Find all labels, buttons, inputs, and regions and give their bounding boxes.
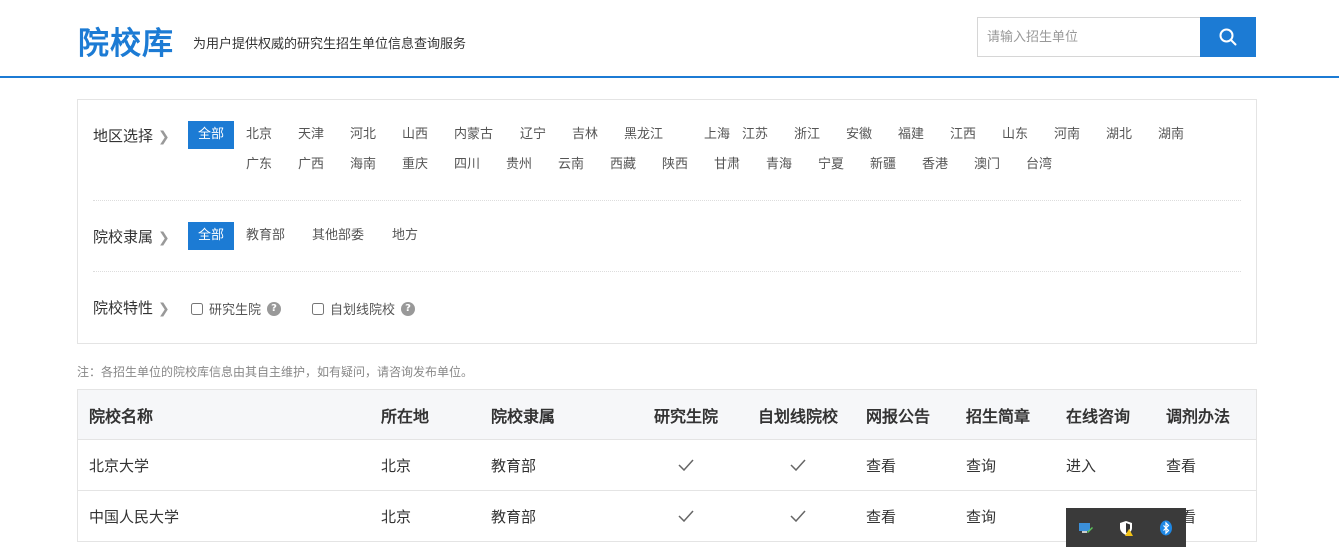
filter-option[interactable]: 广西: [298, 151, 324, 179]
filter-option[interactable]: 青海: [766, 151, 792, 179]
filter-option[interactable]: 广东: [246, 151, 272, 179]
bluetooth-icon[interactable]: [1158, 520, 1174, 536]
table-header: 院校名称 所在地 院校隶属 研究生院 自划线院校 网报公告 招生简章 在线咨询 …: [78, 390, 1256, 440]
filter-option[interactable]: 全部: [188, 121, 235, 149]
col-header-consult: 在线咨询: [1066, 406, 1131, 426]
brochure-link[interactable]: 查询: [966, 440, 996, 490]
filter-option[interactable]: 台湾: [1026, 151, 1052, 179]
col-header-self-line: 自划线院校: [757, 406, 838, 426]
feature-filter-label: 院校特性 ❯: [93, 297, 170, 318]
col-header-location: 所在地: [381, 406, 430, 426]
affiliation-cell: 教育部: [491, 507, 537, 526]
chevron-right-icon: ❯: [158, 301, 170, 317]
grad-school-checkbox-input[interactable]: [191, 302, 203, 315]
site-header: 院校库 为用户提供权威的研究生招生单位信息查询服务: [0, 0, 1339, 78]
search-box: [977, 17, 1201, 57]
col-header-affiliation: 院校隶属: [491, 406, 556, 426]
chevron-right-icon: ❯: [158, 129, 170, 145]
filter-option[interactable]: 内蒙古: [454, 121, 493, 149]
filter-option[interactable]: 教育部: [246, 222, 285, 250]
affiliation-filter-label: 院校隶属 ❯: [93, 226, 170, 247]
grad-school-check-icon: [641, 440, 731, 490]
filter-option[interactable]: 山西: [402, 121, 428, 149]
filter-option[interactable]: 湖北: [1106, 121, 1132, 149]
system-tray: [1066, 508, 1186, 547]
site-logo[interactable]: 院校库: [78, 18, 174, 63]
filter-option[interactable]: 湖南: [1158, 121, 1184, 149]
university-name-link[interactable]: 中国人民大学: [89, 491, 179, 541]
filter-option[interactable]: 江苏: [742, 121, 768, 149]
self-line-checkbox[interactable]: 自划线院校 ?: [312, 299, 416, 318]
col-header-brochure: 招生简章: [966, 406, 1031, 426]
col-header-adjust: 调剂办法: [1166, 406, 1231, 426]
filter-divider: [93, 271, 1241, 272]
search-icon: [1219, 28, 1237, 46]
col-header-notice: 网报公告: [866, 406, 931, 426]
filter-option[interactable]: 江西: [950, 121, 976, 149]
filter-option[interactable]: 北京: [246, 121, 272, 149]
filter-divider: [93, 200, 1241, 201]
self-line-label: 自划线院校: [330, 303, 396, 318]
notice-link[interactable]: 查看: [866, 440, 896, 490]
help-icon[interactable]: ?: [267, 301, 282, 316]
col-header-name: 院校名称: [89, 406, 154, 426]
table-row: 北京大学 北京 教育部 查看 查询 进入 查看: [78, 440, 1256, 491]
consult-link[interactable]: 进入: [1066, 440, 1096, 490]
university-name-link[interactable]: 北京大学: [89, 440, 149, 490]
filter-option[interactable]: 香港: [922, 151, 948, 179]
filter-option[interactable]: 四川: [454, 151, 480, 179]
location-cell: 北京: [381, 507, 412, 526]
filter-option[interactable]: 吉林: [572, 121, 598, 149]
region-filter-label: 地区选择 ❯: [93, 125, 170, 146]
self-line-check-icon: [748, 491, 848, 541]
filter-option[interactable]: 安徽: [846, 121, 872, 149]
filter-option[interactable]: 全部: [188, 222, 235, 250]
brochure-link[interactable]: 查询: [966, 491, 996, 541]
filter-option[interactable]: 重庆: [402, 151, 428, 179]
adjust-link[interactable]: 查看: [1166, 440, 1196, 490]
filter-option[interactable]: 贵州: [506, 151, 532, 179]
disclaimer-note: 注：各招生单位的院校库信息由其自主维护，如有疑问，请咨询发布单位。: [77, 365, 474, 379]
filter-option[interactable]: 海南: [350, 151, 376, 179]
filter-option[interactable]: 陕西: [662, 151, 688, 179]
search-input[interactable]: [978, 18, 1201, 56]
search-button[interactable]: [1200, 17, 1256, 57]
grad-school-check-icon: [641, 491, 731, 541]
grad-school-label: 研究生院: [209, 303, 262, 318]
filter-option[interactable]: 甘肃: [714, 151, 740, 179]
filter-option[interactable]: 山东: [1002, 121, 1028, 149]
region-label-text: 地区选择: [93, 127, 154, 145]
filter-option[interactable]: 河南: [1054, 121, 1080, 149]
filter-option[interactable]: 西藏: [610, 151, 636, 179]
filter-option[interactable]: 新疆: [870, 151, 896, 179]
affiliation-cell: 教育部: [491, 456, 537, 475]
filter-option[interactable]: 宁夏: [818, 151, 844, 179]
help-icon[interactable]: ?: [401, 301, 416, 316]
self-line-check-icon: [748, 440, 848, 490]
filter-option[interactable]: 浙江: [794, 121, 820, 149]
network-icon[interactable]: [1078, 520, 1094, 536]
security-shield-icon[interactable]: [1118, 520, 1134, 536]
notice-link[interactable]: 查看: [866, 491, 896, 541]
site-slogan: 为用户提供权威的研究生招生单位信息查询服务: [193, 37, 467, 52]
filter-option[interactable]: 上海: [704, 121, 730, 149]
col-header-grad-school: 研究生院: [653, 406, 718, 426]
filter-option[interactable]: 河北: [350, 121, 376, 149]
location-cell: 北京: [381, 456, 412, 475]
chevron-right-icon: ❯: [158, 230, 170, 246]
feature-label-text: 院校特性: [93, 299, 154, 317]
filter-option[interactable]: 黑龙江: [624, 121, 663, 149]
filter-option[interactable]: 地方: [392, 222, 418, 250]
grad-school-checkbox[interactable]: 研究生院 ?: [191, 299, 282, 318]
filter-option[interactable]: 天津: [298, 121, 324, 149]
filter-option[interactable]: 福建: [898, 121, 924, 149]
self-line-checkbox-input[interactable]: [312, 302, 324, 315]
filter-option[interactable]: 其他部委: [312, 222, 364, 250]
filter-option[interactable]: 辽宁: [520, 121, 546, 149]
affiliation-label-text: 院校隶属: [93, 228, 154, 246]
filter-panel: 地区选择 ❯ 全部 北京 天津 河北 山西 内蒙古 辽宁 吉林 黑龙江 上海 江苏 浙江 安徽 福建 江西 山东…: [77, 99, 1257, 344]
filter-option[interactable]: 澳门: [974, 151, 1000, 179]
filter-option[interactable]: 云南: [558, 151, 584, 179]
